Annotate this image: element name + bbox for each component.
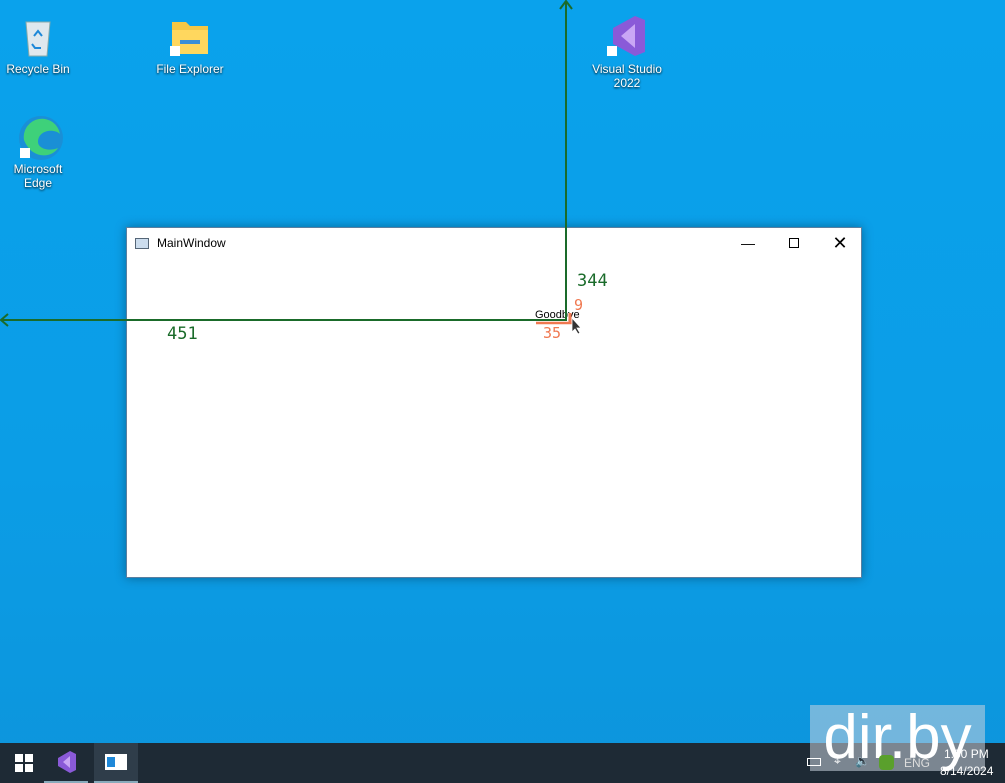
mouse-cursor-icon xyxy=(571,316,582,335)
windows-icon xyxy=(15,754,33,772)
clock-time[interactable]: 1:30 PM xyxy=(944,747,989,761)
measurement-overlay xyxy=(0,0,582,335)
app-window-icon xyxy=(105,754,127,770)
network-icon[interactable]: ⌖ xyxy=(834,754,841,769)
battery-icon xyxy=(807,758,821,766)
visual-studio-icon xyxy=(58,751,76,773)
vertical-value-label: 344 xyxy=(577,271,608,291)
clock-date[interactable]: 8/14/2024 xyxy=(940,764,993,778)
language-indicator[interactable]: ENG xyxy=(904,756,930,770)
security-icon[interactable] xyxy=(879,755,894,770)
volume-icon[interactable]: 🔈 xyxy=(855,754,870,768)
taskbar-mainwindow[interactable] xyxy=(94,743,138,783)
horizontal-value-label: 451 xyxy=(167,324,198,344)
taskbar-visual-studio[interactable] xyxy=(44,743,88,783)
small-vertical-label: 9 xyxy=(574,296,584,314)
start-button[interactable] xyxy=(2,743,46,783)
small-horizontal-label: 35 xyxy=(543,324,562,342)
